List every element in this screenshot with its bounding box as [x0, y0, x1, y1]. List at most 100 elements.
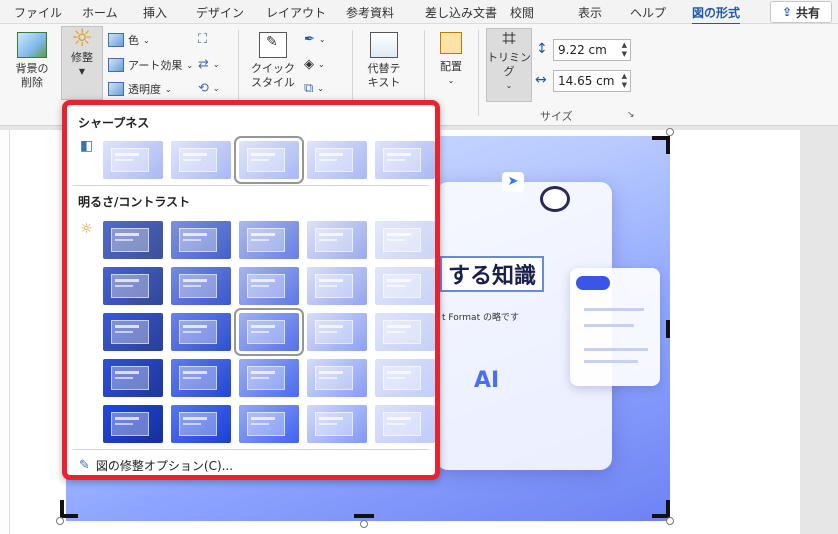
arrange-button[interactable]: 配置 ⌄ [432, 32, 470, 88]
pill-shape [576, 276, 610, 290]
spin-arrows-icon[interactable]: ▲ ▼ [622, 72, 627, 90]
color-button[interactable]: 色 ⌄ [108, 32, 150, 48]
remove-background-icon [17, 32, 47, 58]
compress-pictures-button[interactable]: ⛶ [198, 32, 207, 47]
brightness-option-r3-c5[interactable] [375, 313, 435, 351]
brightness-option-r1-c1[interactable] [103, 221, 163, 259]
height-field[interactable]: 9.22 cm ▲ ▼ [553, 39, 631, 61]
brightness-option-r2-c5[interactable] [375, 267, 435, 305]
brightness-option-r5-c3[interactable] [239, 405, 299, 443]
thumbnail-bar [115, 239, 133, 241]
artistic-effects-button[interactable]: アート効果 ⌄ [108, 57, 193, 73]
chevron-down-icon: ▼ [78, 67, 86, 76]
sharpness-option-4[interactable] [307, 141, 367, 179]
transparency-label: 透明度 [128, 83, 161, 96]
sharpness-option-1[interactable] [103, 141, 163, 179]
remove-background-button[interactable]: 背景の 削除 [10, 32, 54, 90]
transparency-button[interactable]: 透明度 ⌄ [108, 81, 172, 97]
alt-text-button[interactable]: 代替テ キスト [362, 32, 406, 90]
text-line [584, 324, 634, 327]
brightness-option-r1-c3[interactable] [239, 221, 299, 259]
reset-picture-button[interactable]: ⟲ ⌄ [198, 81, 220, 96]
tab-view[interactable]: 表示 [578, 4, 602, 21]
spin-arrows-icon[interactable]: ▲ ▼ [622, 41, 627, 59]
brightness-option-r3-c3[interactable] [234, 308, 304, 356]
tab-review[interactable]: 校閲 [510, 4, 534, 21]
tab-home[interactable]: ホーム [82, 4, 118, 21]
tab-references[interactable]: 参考資料 [346, 4, 394, 21]
brightness-option-r4-c3[interactable] [239, 359, 299, 397]
share-button[interactable]: ⇪ 共有 [770, 1, 832, 23]
brightness-option-r4-c1[interactable] [103, 359, 163, 397]
brightness-option-r2-c3[interactable] [239, 267, 299, 305]
height-icon: ↕ [536, 41, 548, 57]
crop-handle-right[interactable] [666, 320, 670, 338]
brightness-option-r3-c2[interactable] [171, 313, 231, 351]
tab-insert[interactable]: 挿入 [143, 4, 167, 21]
brightness-option-r4-c4[interactable] [307, 359, 367, 397]
thumbnail-bar [251, 377, 269, 379]
brightness-option-r1-c2[interactable] [171, 221, 231, 259]
tab-picture-format[interactable]: 図の形式 [692, 4, 741, 26]
tab-mailings[interactable]: 差し込み文書 [425, 4, 497, 21]
thumbnail-bar [183, 417, 207, 420]
brightness-option-r4-c5[interactable] [375, 359, 435, 397]
chevron-down-icon: ⌄ [143, 35, 150, 45]
brightness-option-r2-c1[interactable] [103, 267, 163, 305]
crop-handle-bottom-right-v[interactable] [666, 500, 670, 518]
corrections-options-icon: ✎ [79, 458, 90, 473]
thumbnail-bar [115, 233, 139, 236]
change-picture-icon: ⇄ [198, 57, 209, 72]
thumbnail-bar [251, 233, 275, 236]
picture-border-button[interactable]: ✒ ⌄ [304, 32, 326, 47]
section-divider [73, 449, 429, 450]
change-picture-button[interactable]: ⇄ ⌄ [198, 57, 220, 72]
picture-effects-button[interactable]: ◈ ⌄ [304, 57, 325, 72]
artistic-effects-label: アート効果 [128, 59, 183, 72]
resize-handle-top-right[interactable] [666, 128, 674, 136]
brightness-option-r3-c1[interactable] [103, 313, 163, 351]
picture-corrections-options-link[interactable]: ✎ 図の修整オプション(C)... [79, 457, 233, 474]
sharpness-option-5[interactable] [375, 141, 435, 179]
crop-handle-bottom[interactable] [354, 514, 374, 518]
brightness-option-r3-c4[interactable] [307, 313, 367, 351]
sharpness-option-3[interactable] [234, 136, 304, 184]
thumbnail-bar [115, 325, 139, 328]
width-field[interactable]: 14.65 cm ▲ ▼ [553, 70, 631, 92]
transparency-icon [108, 82, 124, 96]
resize-handle-bottom[interactable] [360, 520, 368, 528]
brightness-option-r5-c2[interactable] [171, 405, 231, 443]
tab-help[interactable]: ヘルプ [630, 4, 666, 21]
crop-button[interactable]: ⌗ トリミング ⌄ [486, 26, 532, 102]
thumbnail-bar [319, 423, 337, 425]
picture-layout-button[interactable]: ⧉ ⌄ [304, 81, 324, 96]
tab-design[interactable]: デザイン [196, 4, 244, 21]
arrange-icon [440, 32, 462, 54]
thumbnail-bar [251, 285, 269, 287]
chevron-down-icon: ⌄ [318, 60, 325, 69]
brightness-option-r1-c4[interactable] [307, 221, 367, 259]
dialog-launcher-icon[interactable]: ↘ [627, 110, 635, 120]
tab-layout[interactable]: レイアウト [266, 4, 326, 21]
chevron-down-icon: ⌄ [165, 84, 172, 94]
thumbnail-bar [115, 371, 139, 374]
corrections-label: 修整 [71, 51, 93, 64]
brightness-option-r1-c5[interactable] [375, 221, 435, 259]
sharpness-option-2[interactable] [171, 141, 231, 179]
brightness-option-r5-c4[interactable] [307, 405, 367, 443]
tab-file[interactable]: ファイル [14, 4, 62, 21]
thumbnail-bar [387, 233, 411, 236]
crop-handle-top-right-v[interactable] [666, 136, 670, 154]
brightness-option-r2-c2[interactable] [171, 267, 231, 305]
thumbnail-bar [183, 153, 207, 156]
corrections-button[interactable]: ☼ 修整 ▼ [61, 26, 103, 100]
brightness-option-r4-c2[interactable] [171, 359, 231, 397]
robot-icon [540, 186, 570, 212]
resize-handle-bottom-left[interactable] [56, 517, 64, 525]
resize-handle-bottom-right[interactable] [666, 517, 674, 525]
brightness-option-r5-c1[interactable] [103, 405, 163, 443]
brightness-option-r5-c5[interactable] [375, 405, 435, 443]
ribbon-separator [478, 30, 479, 116]
quick-styles-button[interactable]: ✎ クイック スタイル [248, 32, 298, 90]
brightness-option-r2-c4[interactable] [307, 267, 367, 305]
